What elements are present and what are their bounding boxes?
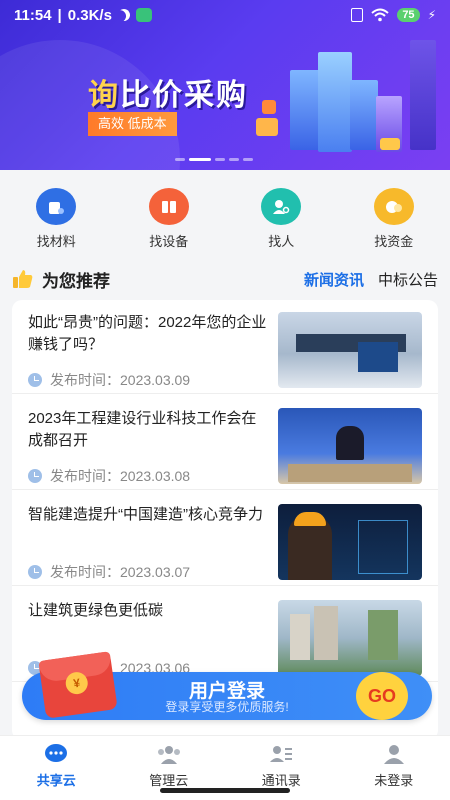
quick-action-equipment[interactable]: 找设备 [129, 188, 209, 250]
news-date: 发布时间：2023.03.09 [50, 372, 191, 388]
quick-action-materials[interactable]: 找材料 [16, 188, 96, 250]
clock-icon [28, 565, 42, 579]
news-title: 让建筑更绿色更低碳 [28, 602, 164, 619]
news-item[interactable]: 智能建造提升“中国建造”核心竞争力 发布时间：2023.03.07 [12, 492, 438, 586]
tab-news[interactable]: 新闻资讯 [304, 269, 364, 290]
go-button[interactable]: GO [356, 672, 408, 720]
clock-icon [28, 373, 42, 387]
battery-level: 75 [397, 8, 420, 22]
thumbs-up-icon [13, 270, 33, 288]
news-date: 发布时间：2023.03.07 [50, 564, 191, 580]
chat-bubble-icon [45, 744, 68, 762]
clock-icon [28, 469, 42, 483]
sim-icon [351, 8, 364, 22]
banner-title: 询比价采购 [88, 79, 248, 112]
quick-action-funds[interactable]: 找资金 [354, 188, 434, 250]
news-thumbnail [278, 504, 422, 580]
equipment-icon [148, 188, 189, 225]
materials-icon [36, 188, 77, 225]
funds-icon [373, 188, 414, 225]
recommend-header: 为您推荐 新闻资讯 中标公告 [0, 262, 450, 296]
moon-icon [116, 7, 132, 23]
news-thumbnail [278, 408, 422, 484]
user-icon [383, 745, 404, 764]
news-item[interactable]: 如此“昂贵”的问题：2022年您的企业赚钱了吗？ 发布时间：2023.03.09 [12, 300, 438, 394]
news-title: 如此“昂贵”的问题：2022年您的企业赚钱了吗？ [28, 314, 267, 353]
quick-actions: 找材料 找设备 找人 找资金 [0, 188, 450, 250]
tab-shared-cloud[interactable]: 共享云 [16, 736, 96, 800]
promo-banner[interactable]: 11:54 | 0.3K/s 75 ⚡ 询比价采购 高效 低成本 [0, 0, 450, 170]
tab-bid-announcements[interactable]: 中标公告 [378, 269, 438, 290]
people-search-icon [261, 188, 302, 225]
carousel-indicator [175, 158, 253, 161]
home-indicator [160, 788, 290, 793]
section-title: 为您推荐 [42, 271, 110, 291]
quick-action-people[interactable]: 找人 [241, 188, 321, 250]
news-thumbnail [278, 312, 422, 388]
news-item[interactable]: 2023年工程建设行业科技工作会在成都召开 发布时间：2023.03.08 [12, 396, 438, 490]
status-network-speed: 0.3K/s [67, 6, 112, 24]
news-thumbnail [278, 600, 422, 676]
status-bar: 11:54 | 0.3K/s 75 ⚡ [14, 6, 436, 24]
app-notification-icon [135, 8, 152, 22]
charging-icon: ⚡ [427, 8, 436, 22]
red-envelope-icon: ¥ [38, 651, 118, 719]
news-date: 发布时间：2023.03.08 [50, 468, 191, 484]
group-icon [157, 746, 180, 764]
status-time: 11:54 [14, 6, 52, 24]
tab-not-logged-in[interactable]: 未登录 [354, 736, 434, 800]
banner-tagline: 高效 低成本 [88, 112, 177, 136]
news-title: 智能建造提升“中国建造”核心竞争力 [28, 506, 263, 523]
wifi-icon [371, 8, 389, 22]
news-title: 2023年工程建设行业科技工作会在成都召开 [28, 410, 257, 449]
contacts-icon [270, 746, 293, 762]
